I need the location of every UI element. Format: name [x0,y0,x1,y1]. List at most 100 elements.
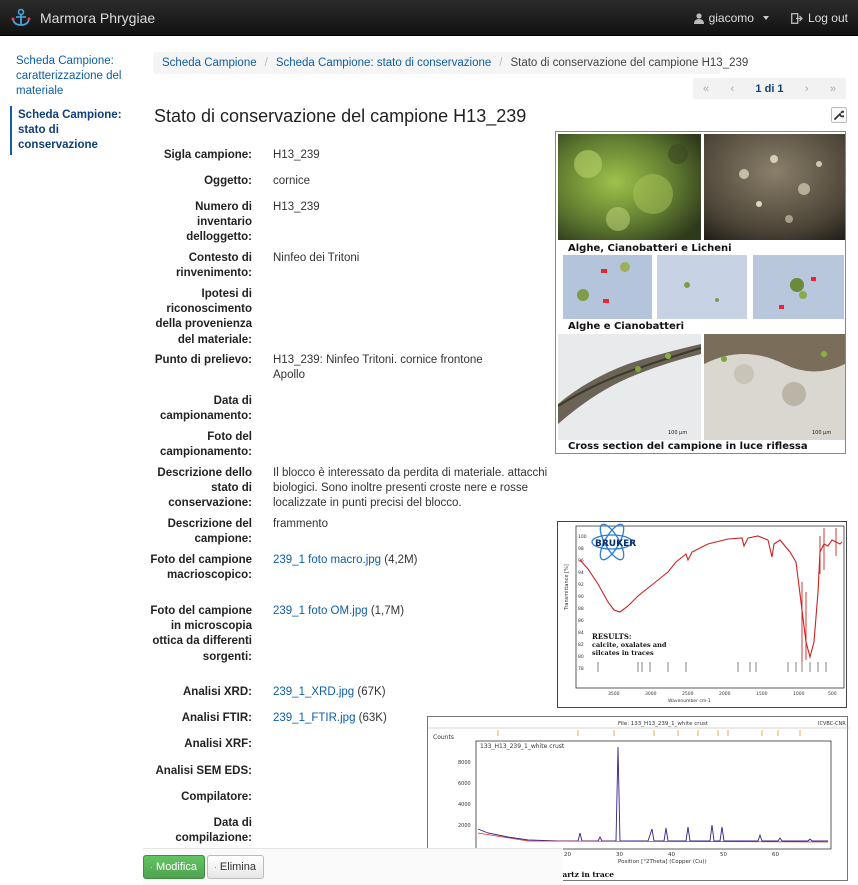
file-link-xrd[interactable]: 239_1_XRD.jpg [273,686,354,698]
field-value: H13_239 [273,201,320,213]
scale-label: 100 μm [668,430,687,436]
breadcrumb-link-stato[interactable]: Scheda Campione: stato di conservazione [276,57,491,69]
sample-photo-composite: Alghe, Cianobatteri e Licheni Alghe e Ci… [555,131,846,454]
cross-section-photo-2: 100 μm [704,334,845,440]
sidebar: Scheda Campione: caratterizzazione del m… [10,52,128,160]
xrd-counts-label: Counts [433,734,454,741]
field-label: Descrizione dello stato di conservazione… [157,467,252,510]
top-navbar: Marmora Phrygiae giacomo Log out [0,0,858,36]
action-bar: Modifica Elimina [143,848,563,885]
svg-text:1500: 1500 [756,691,768,697]
photo-caption: Alghe, Cianobatteri e Licheni [568,243,732,254]
file-size: (4,2M) [384,554,418,566]
lichen-macro-photo [558,134,701,240]
file-size: (1,7M) [370,605,405,617]
field-label: Ipotesi di riconoscimento della provenie… [155,288,252,346]
wrench-icon [834,110,844,120]
field-label: Oggetto: [204,175,252,187]
svg-text:500: 500 [828,691,837,697]
field-label: Data di campionamento: [159,395,252,423]
file-link-foto-om[interactable]: 239_1 foto OM.jpg [273,605,368,617]
field-label: Compilatore: [181,791,252,803]
svg-text:20: 20 [564,852,571,858]
user-menu[interactable]: giacomo [693,11,769,25]
svg-text:78: 78 [578,666,584,672]
svg-text:2500: 2500 [682,691,694,697]
delete-button[interactable]: Elimina [207,855,264,879]
svg-text:8000: 8000 [458,760,471,766]
field-value: 239_1 foto OM.jpg (1,7M) [273,604,593,619]
edit-icon [151,866,153,868]
field-label: Sigla campione: [163,149,252,161]
xrd-legend: 133_H13_239_1_white crust [480,743,565,750]
field-value: cornice [273,175,311,187]
svg-text:82: 82 [578,642,584,648]
field-label: Numero di inventario delloggetto: [186,201,252,244]
ftir-ylabel: Transmittance [%] [564,564,570,611]
breadcrumb-link-scheda[interactable]: Scheda Campione [162,57,257,69]
field-value: frammento [273,518,328,530]
photo-caption: Alghe e Cianobatteri [568,321,685,332]
field-value: Ninfeo dei Tritoni [273,252,360,264]
field-value: 239_1_XRD.jpg (67K) [273,685,593,700]
page-position: 1 di 1 [755,82,784,95]
sidebar-item-caratterizzazione[interactable]: Scheda Campione: caratterizzazione del m… [10,52,128,101]
svg-text:98: 98 [578,546,584,552]
file-size: (67K) [357,686,386,698]
cross-section-photo-1: 100 μm [558,334,701,440]
sidebar-item-stato-conservazione[interactable]: Scheda Campione: stato di conservazione [10,106,128,155]
svg-text:2000: 2000 [458,823,471,829]
svg-text:80: 80 [578,654,584,660]
svg-text:60: 60 [772,852,779,858]
svg-text:6000: 6000 [458,781,471,787]
xrd-xlabel: Position [°2Theta] (Copper (Cu)) [618,859,707,865]
logout-icon [791,12,803,24]
field-label: Foto del campione macrioscopico: [150,554,252,582]
field-label: Analisi XRD: [182,686,252,698]
svg-text:90: 90 [578,594,584,600]
svg-text:92: 92 [578,582,584,588]
last-page-button[interactable]: » [830,83,836,95]
svg-text:94: 94 [578,570,584,576]
ftir-results-title: RESULTS: [592,632,632,641]
om-photo-3 [753,255,844,319]
edit-button[interactable]: Modifica [143,855,205,879]
svg-text:1000: 1000 [793,691,805,697]
field-label: Analisi XRF: [184,738,252,750]
app-title: Marmora Phrygiae [40,10,156,26]
next-page-button[interactable]: › [805,83,809,95]
svg-text:40: 40 [668,852,675,858]
prev-page-button[interactable]: ‹ [730,83,734,95]
brand[interactable]: Marmora Phrygiae [10,8,155,28]
delete-label: Elimina [219,861,256,873]
svg-text:3500: 3500 [608,691,620,697]
user-name: giacomo [708,11,754,25]
settings-button[interactable] [831,107,847,123]
edit-label: Modifica [156,861,197,873]
anchor-logo-icon [11,8,31,26]
crust-macro-photo [704,134,845,240]
field-value: H13_239: Ninfeo Tritoni. cornice fronton… [273,354,483,382]
svg-text:88: 88 [578,606,584,612]
first-page-button[interactable]: « [703,83,709,95]
field-label: Analisi FTIR: [181,712,252,724]
ftir-xlabel: Wavenumber cm-1 [668,698,711,704]
bruker-logo-text: BRUKER [595,539,636,549]
file-size: (63K) [358,712,387,724]
logout-link[interactable]: Log out [791,11,848,25]
logout-label: Log out [807,11,848,25]
svg-text:2000: 2000 [719,691,731,697]
file-link-ftir[interactable]: 239_1_FTIR.jpg [273,712,355,724]
svg-text:50: 50 [720,852,727,858]
field-label: Foto del campione in microscopia ottica … [150,605,252,663]
svg-text:3000: 3000 [645,691,657,697]
user-icon [693,12,704,24]
field-label: Punto di prelievo: [154,354,252,366]
svg-text:86: 86 [578,618,584,624]
file-link-foto-macro[interactable]: 239_1 foto macro.jpg [273,554,381,566]
scale-label: 100 μm [812,430,831,436]
field-value: H13_239 [273,149,320,161]
xrd-pattern-line [477,746,828,842]
photo-caption: Cross section del campione in luce rifle… [568,441,808,452]
field-label: Data di compilazione: [175,817,252,845]
